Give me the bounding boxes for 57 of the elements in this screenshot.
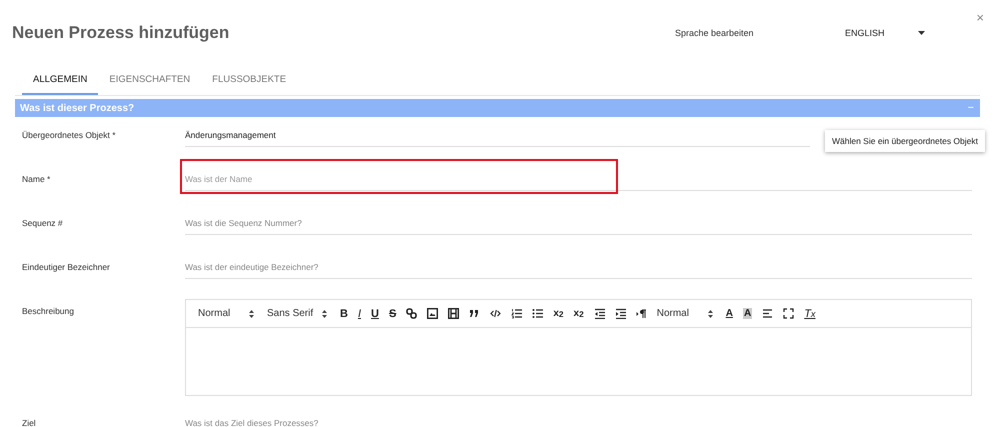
updown-arrow-icon xyxy=(708,310,713,318)
indent-icon xyxy=(614,308,626,319)
close-button[interactable]: × xyxy=(976,10,984,25)
tooltip: Wählen Sie ein übergeordnetes Objekt xyxy=(824,130,985,152)
toolbar-button[interactable]: U xyxy=(371,308,379,320)
toolbar-button[interactable]: B xyxy=(340,308,348,320)
tab[interactable]: EIGENSCHAFTEN xyxy=(98,66,202,95)
toolbar-button[interactable] xyxy=(783,308,794,319)
outdent-icon xyxy=(594,308,605,319)
toolbar-button[interactable]: I xyxy=(358,308,362,320)
quote-icon xyxy=(469,308,480,319)
toolbar-button[interactable] xyxy=(762,308,774,319)
toolbar-button[interactable] xyxy=(469,308,480,319)
caret-icon xyxy=(918,31,925,35)
toolbar-button[interactable] xyxy=(406,308,418,319)
film-icon xyxy=(448,308,460,319)
toolbar-button[interactable]: S xyxy=(388,308,396,320)
toolbar-button[interactable] xyxy=(532,308,544,319)
toolbar-button[interactable] xyxy=(448,308,460,319)
language-label: Sprache bearbeiten xyxy=(675,28,755,38)
field-label: Beschreibung xyxy=(22,305,75,318)
toolbar-button[interactable] xyxy=(636,308,647,319)
tab[interactable]: FLUSSOBJEKTE xyxy=(201,66,298,95)
updown-arrow-icon xyxy=(249,310,254,318)
updown-arrow-icon xyxy=(322,310,327,318)
field-label: Ziel xyxy=(22,417,37,427)
code-icon xyxy=(490,308,502,319)
link-icon xyxy=(406,308,418,319)
field-label: Übergeordnetes Objekt * xyxy=(22,129,117,142)
fullscreen-icon xyxy=(783,308,794,319)
bullet-list-icon xyxy=(532,308,544,319)
input-field[interactable]: Was ist der eindeutige Bezeichner? xyxy=(185,255,972,279)
align-icon xyxy=(762,308,774,319)
toolbar-button[interactable] xyxy=(594,308,605,319)
format-dropdown[interactable]: Sans Serif xyxy=(267,308,327,319)
input-field[interactable]: Was ist die Sequenz Nummer? xyxy=(185,211,972,235)
toolbar-button[interactable] xyxy=(427,308,438,319)
field-label: Sequenz # xyxy=(22,217,64,230)
dialog-title: Neuen Prozess hinzufügen xyxy=(12,23,230,43)
input-field[interactable]: Was ist der Name xyxy=(185,167,972,191)
image-icon xyxy=(427,308,438,319)
input-field[interactable]: Was ist das Ziel dieses Prozesses? xyxy=(185,411,972,427)
language-dropdown[interactable]: ENGLISH xyxy=(845,28,925,38)
toolbar-button[interactable] xyxy=(614,308,626,319)
tab[interactable]: ALLGEMEIN xyxy=(22,66,98,95)
section-title: Was ist dieser Prozess? xyxy=(20,102,134,114)
toolbar-button[interactable] xyxy=(511,308,522,319)
toolbar-button[interactable]: A xyxy=(742,308,752,319)
format-dropdown[interactable]: Normal xyxy=(656,308,713,319)
toolbar-button[interactable]: A xyxy=(726,308,733,319)
field-label: Eindeutiger Bezeichner xyxy=(22,261,111,274)
toolbar-button[interactable] xyxy=(490,308,502,319)
pilcrow-icon xyxy=(636,308,647,319)
format-dropdown[interactable]: Normal xyxy=(198,308,254,319)
field-label: Name * xyxy=(22,173,52,186)
input-field[interactable]: Änderungsmanagement xyxy=(185,123,810,147)
numbered-list-icon xyxy=(511,308,522,319)
